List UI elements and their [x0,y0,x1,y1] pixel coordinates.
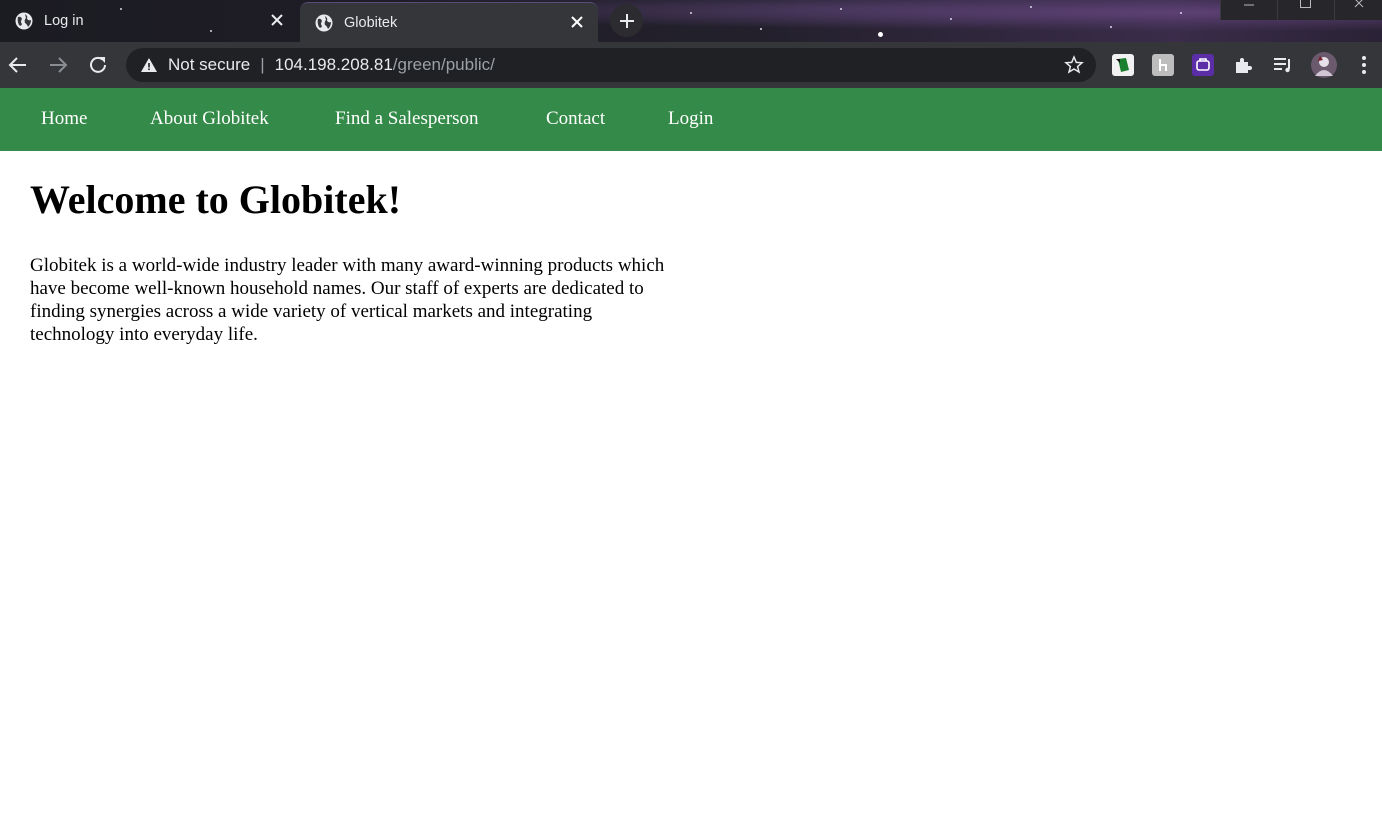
minimize-icon [1244,4,1254,6]
background-star [760,28,762,30]
bookmark-star-icon[interactable] [1064,55,1084,75]
extension-green-icon[interactable] [1112,54,1134,76]
nav-link-contact[interactable]: Contact [546,108,605,130]
address-separator: | [260,55,265,74]
background-star [1030,6,1032,8]
tab-log-in[interactable]: Log in [0,1,298,41]
bag-icon [1196,58,1210,71]
evernote-icon [1116,58,1129,72]
page-title: Welcome to Globitek! [30,177,402,222]
background-star [950,18,952,20]
close-tab-icon[interactable] [268,11,286,29]
maximize-icon [1300,0,1311,8]
media-queue-icon[interactable] [1272,54,1294,76]
background-star [840,8,842,10]
security-status[interactable]: Not secure [168,55,250,75]
url-path: /green/public/ [392,55,495,74]
extension-gray-icon[interactable] [1152,54,1174,76]
minimize-button[interactable] [1220,0,1277,20]
warning-icon[interactable] [140,56,158,74]
tab-title: Log in [44,13,84,29]
main-content: Welcome to Globitek! Globitek is a world… [30,176,670,346]
maximize-button[interactable] [1277,0,1334,20]
url-host: 104.198.208.81 [274,55,393,74]
background-star [1110,26,1112,28]
tab-title: Globitek [344,14,398,31]
nav-link-about[interactable]: About Globitek [150,108,269,130]
background-star [690,12,692,14]
globe-icon [315,14,333,31]
background-star [1180,12,1182,14]
h-letter-icon [1159,59,1167,71]
site-navigation: Home About Globitek Find a Salesperson C… [0,88,1382,151]
avatar-image-icon [1315,56,1333,76]
close-icon [1354,0,1364,8]
nav-link-login[interactable]: Login [668,108,713,130]
intro-paragraph: Globitek is a world-wide industry leader… [30,255,665,345]
browser-toolbar: Not secure | 104.198.208.81/green/public… [0,42,1382,88]
tab-globitek[interactable]: Globitek [300,2,598,42]
puzzle-extensions-icon[interactable] [1232,54,1254,76]
profile-avatar[interactable] [1311,52,1337,78]
reload-icon[interactable] [86,53,110,77]
browser-tab-strip: Log in Globitek [0,0,1382,42]
close-window-button[interactable] [1334,0,1382,20]
close-tab-icon[interactable] [568,13,586,31]
globe-icon [15,12,33,30]
nav-link-home[interactable]: Home [41,108,87,130]
address-bar[interactable]: Not secure | 104.198.208.81/green/public… [126,48,1096,82]
background-star [878,32,883,37]
kebab-menu-icon[interactable] [1354,54,1374,76]
back-arrow-icon[interactable] [6,53,30,77]
nav-link-find-salesperson[interactable]: Find a Salesperson [335,108,479,130]
extension-purple-icon[interactable] [1192,54,1214,76]
new-tab-button[interactable] [610,4,643,37]
plus-icon [619,13,634,28]
forward-arrow-icon[interactable] [46,53,70,77]
